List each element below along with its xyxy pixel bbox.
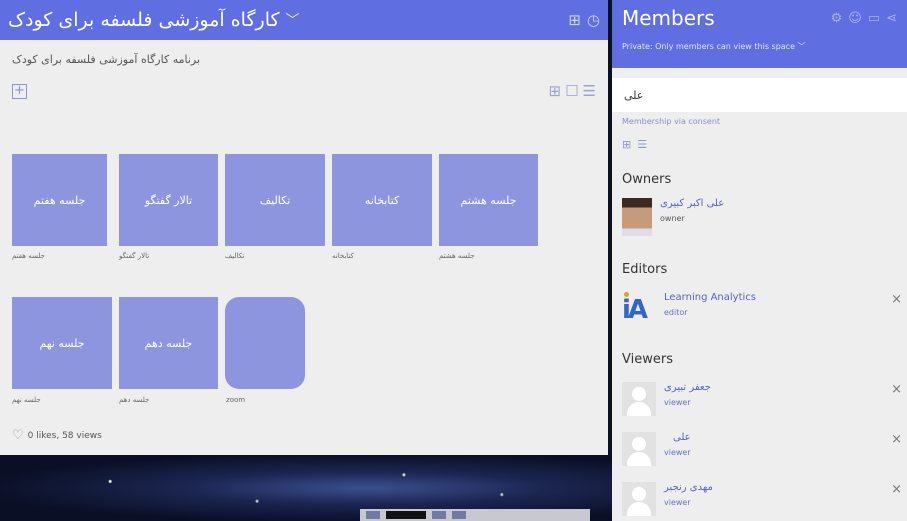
list-view-icon[interactable]: ☰ xyxy=(583,82,596,100)
privacy-text: Private: Only members can view this spac… xyxy=(622,42,795,51)
taskbar-item[interactable] xyxy=(452,511,466,519)
add-button[interactable]: + xyxy=(12,83,27,99)
space-title[interactable]: کارگاه آموزشی فلسفه برای کودک xyxy=(8,9,280,31)
space-panel: کارگاه آموزشی فلسفه برای کودک ﹀ ⊞ ◷ برنا… xyxy=(0,0,608,455)
tile-caption: جلسه هشتم xyxy=(439,252,475,260)
member-role: owner xyxy=(660,214,685,223)
tile-caption: جلسه نهم xyxy=(12,396,41,404)
grid-view-icon[interactable]: ⊞ xyxy=(549,82,562,100)
members-title: Members xyxy=(622,6,715,30)
tile-caption: تالار گفتگو xyxy=(119,252,150,260)
tile[interactable]: جلسه دهم xyxy=(119,297,218,389)
member-name[interactable]: علی xyxy=(664,432,691,443)
space-toolbar: + ⊞ ☐ ☰ xyxy=(0,72,608,102)
member-viewer[interactable]: جعفر تبیری viewer × xyxy=(622,382,902,416)
member-name[interactable]: مهدی رنجبر xyxy=(664,482,713,493)
heart-icon[interactable]: ♡ xyxy=(12,428,24,443)
tile[interactable]: کتابخانه xyxy=(332,154,432,246)
tile-caption: zoom xyxy=(226,396,246,404)
space-description: برنامه کارگاه آموزشی فلسفه برای کودک xyxy=(12,53,201,66)
square-view-icon[interactable]: ☐ xyxy=(565,82,578,100)
user-icon[interactable]: ☺ xyxy=(848,11,862,26)
member-name[interactable]: Learning Analytics xyxy=(664,292,756,303)
chevron-down-icon: ﹀ xyxy=(797,42,806,51)
taskbar xyxy=(360,509,590,521)
members-panel: Members ⚙ ☺ ▭ ⋖ Private: Only members ca… xyxy=(612,0,907,521)
member-role: editor xyxy=(664,308,688,317)
avatar xyxy=(622,198,652,236)
list-view-icon[interactable]: ☰ xyxy=(637,138,647,151)
member-name[interactable]: علی اکبر کبیری xyxy=(660,198,724,209)
tile[interactable]: جلسه هفتم xyxy=(12,154,107,246)
space-header: کارگاه آموزشی فلسفه برای کودک ﹀ ⊞ ◷ xyxy=(0,0,608,40)
avatar xyxy=(622,382,656,416)
taskbar-item[interactable] xyxy=(432,511,446,519)
member-name[interactable]: جعفر تبیری xyxy=(664,382,711,393)
learning-analytics-logo: iA xyxy=(622,292,656,326)
tile-caption: تکالیف xyxy=(225,252,245,260)
chat-icon[interactable]: ▭ xyxy=(868,11,880,26)
tile[interactable]: جلسه نهم xyxy=(12,297,112,389)
tile[interactable]: تکالیف xyxy=(225,154,325,246)
likes-views-text: 0 likes, 58 views xyxy=(27,430,102,441)
grid-view-icon[interactable]: ⊞ xyxy=(622,138,631,151)
member-viewer[interactable]: مهدی رنجبر viewer × xyxy=(622,482,902,516)
members-header: Members ⚙ ☺ ▭ ⋖ Private: Only members ca… xyxy=(612,0,907,68)
member-role: viewer xyxy=(664,398,691,407)
member-editor[interactable]: iA Learning Analytics editor × xyxy=(622,292,902,326)
tile-zoom[interactable] xyxy=(225,297,305,389)
clock-icon[interactable]: ◷ xyxy=(587,11,600,29)
remove-icon[interactable]: × xyxy=(891,292,902,307)
taskbar-item[interactable] xyxy=(386,511,426,519)
membership-mode[interactable]: Membership via consent xyxy=(612,112,907,126)
editors-heading: Editors xyxy=(622,262,668,277)
member-role: viewer xyxy=(664,498,691,507)
tile-caption: کتابخانه xyxy=(332,252,354,260)
member-viewer[interactable]: علی viewer × xyxy=(622,432,902,466)
avatar xyxy=(622,482,656,516)
share-icon[interactable]: ⋖ xyxy=(886,11,897,26)
viewers-heading: Viewers xyxy=(622,352,673,367)
remove-icon[interactable]: × xyxy=(891,382,902,397)
taskbar-item[interactable] xyxy=(366,511,380,519)
remove-icon[interactable]: × xyxy=(891,482,902,497)
privacy-setting[interactable]: Private: Only members can view this spac… xyxy=(622,41,897,52)
grid-icon[interactable]: ⊞ xyxy=(568,11,581,29)
settings-icon[interactable]: ⚙ xyxy=(831,11,843,26)
member-role: viewer xyxy=(664,448,691,457)
member-search-input[interactable]: علی xyxy=(612,78,907,112)
owners-heading: Owners xyxy=(622,172,672,187)
chevron-down-icon[interactable]: ﹀ xyxy=(286,10,300,30)
member-owner[interactable]: علی اکبر کبیری owner xyxy=(622,198,902,236)
remove-icon[interactable]: × xyxy=(891,432,902,447)
tile[interactable]: تالار گفتگو xyxy=(119,154,218,246)
avatar xyxy=(622,432,656,466)
tile-caption: جلسه هفتم xyxy=(12,252,45,260)
tile[interactable]: جلسه هشتم xyxy=(439,154,538,246)
tile-caption: جلسه دهم xyxy=(119,396,150,404)
likes-views: ♡ 0 likes, 58 views xyxy=(12,428,102,443)
